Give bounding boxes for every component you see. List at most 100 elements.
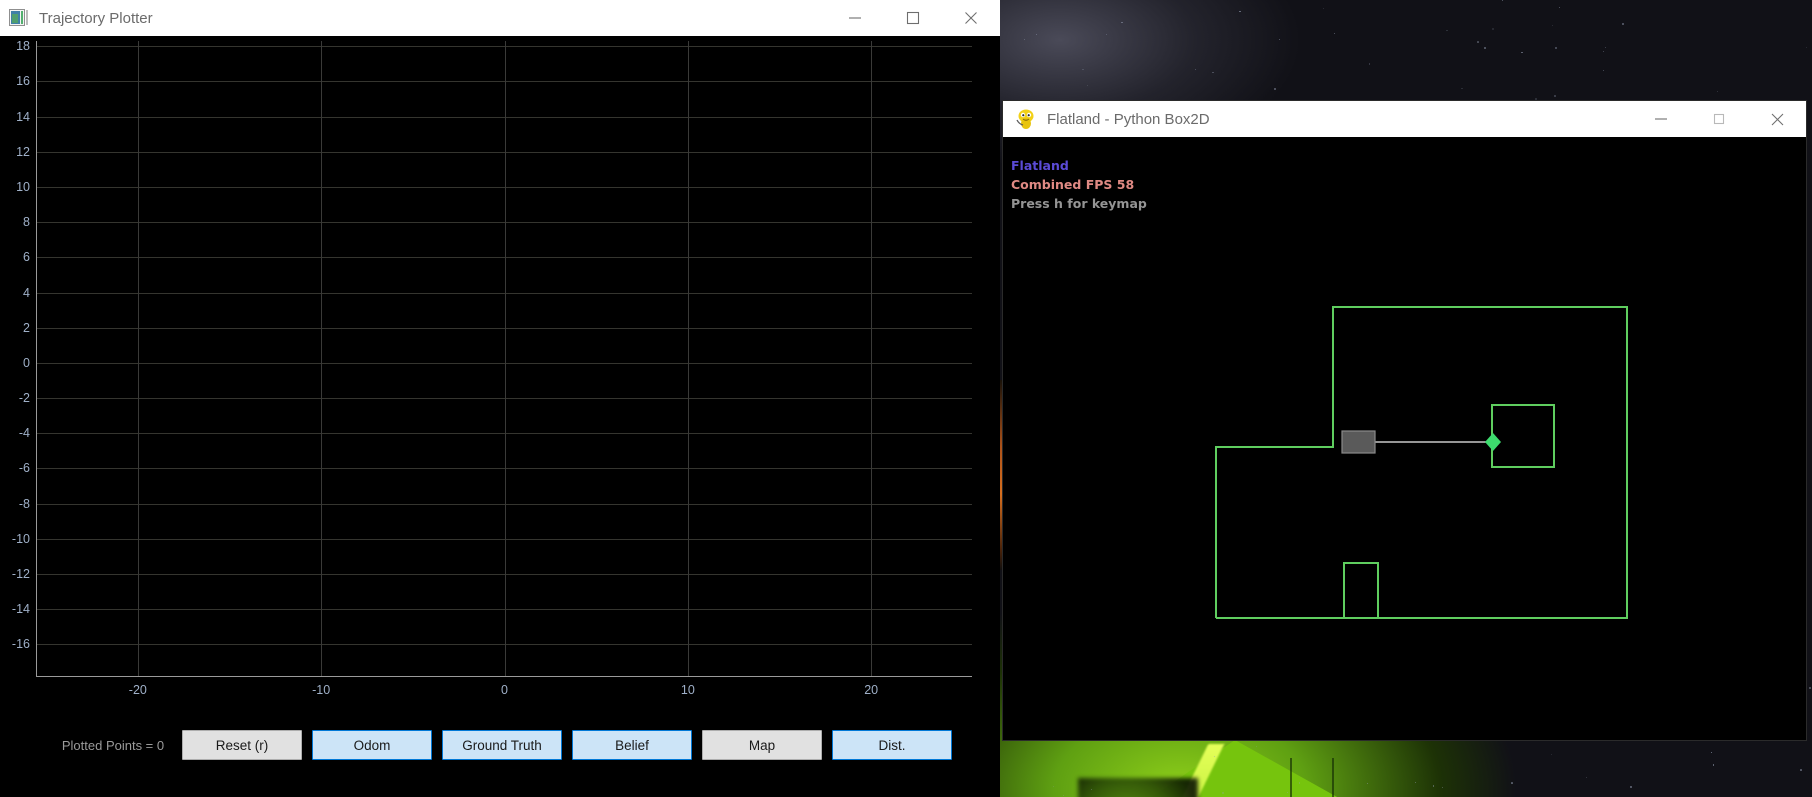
wallpaper-speck (1461, 87, 1463, 89)
wallpaper-speck (1502, 0, 1504, 2)
y-axis-tick-label: 0 (23, 355, 30, 370)
flatland-window-title: Flatland - Python Box2D (1047, 110, 1210, 128)
y-axis-tick-label: 14 (16, 109, 30, 124)
y-axis-tick-label: 4 (23, 285, 30, 300)
plotter-button-row: Reset (r) Odom Ground Truth Belief Map Dist. (172, 730, 952, 760)
trajectory-plotter-window: Trajectory Plotter 18 16 14 12 10 8 6 4 … (0, 0, 1000, 797)
y-axis-tick-label: 2 (23, 320, 30, 335)
toolbar-button-map[interactable]: Map (702, 730, 822, 760)
tent-bush (1078, 778, 1198, 797)
minimize-icon (849, 17, 861, 19)
wallpaper-speck (1035, 33, 1037, 35)
y-axis-tick-label: -2 (18, 391, 30, 406)
wallpaper-speck (1552, 25, 1553, 26)
wallpaper-speck (1082, 69, 1084, 71)
wallpaper-speck (1800, 769, 1802, 771)
minimize-icon (1655, 118, 1667, 120)
plot-canvas[interactable]: 18 16 14 12 10 8 6 4 2 0 -2 -4 -6 -8 -10 -12 -14 -16 -20 -1… (0, 36, 1000, 761)
y-axis-tick-label: 12 (16, 144, 30, 159)
toolbar-button-belief[interactable]: Belief (572, 730, 692, 760)
wallpaper-speck (1366, 783, 1368, 784)
wallpaper-speck (1511, 781, 1513, 784)
tent-seam (1290, 758, 1292, 797)
flatland-titlebar[interactable]: Flatland - Python Box2D (1003, 101, 1806, 137)
gridline-vertical (687, 41, 689, 676)
wallpaper-speck (1368, 63, 1371, 66)
wallpaper-speck (1521, 51, 1523, 54)
wallpaper-speck (1808, 687, 1811, 690)
gridline-vertical (137, 41, 139, 676)
y-axis-tick-label: -6 (18, 461, 30, 476)
wallpaper-speck (1212, 71, 1214, 74)
wallpaper-speck (1195, 68, 1197, 71)
wallpaper-speck (1333, 32, 1335, 34)
wallpaper-speck (1023, 38, 1025, 40)
wallpaper-speck (1273, 88, 1276, 91)
plotter-toolbar: Plotted Points = 0 Reset (r) Odom Ground T… (0, 715, 1000, 775)
room-outline (1215, 306, 1628, 619)
robot-body (1341, 430, 1376, 454)
wallpaper-speck (1716, 90, 1718, 92)
y-axis-tick-label: -4 (18, 426, 30, 441)
close-button[interactable] (942, 0, 1000, 36)
close-icon (1771, 113, 1783, 125)
wallpaper-speck (1555, 47, 1557, 49)
maximize-button[interactable] (1690, 101, 1748, 137)
wallpaper-speck (1446, 29, 1448, 32)
maximize-icon (1713, 113, 1725, 125)
wallpaper-speck (1621, 23, 1624, 26)
pygame-icon (1016, 109, 1034, 129)
wallpaper-speck (1586, 776, 1588, 778)
minimize-button[interactable] (826, 0, 884, 36)
minimize-button[interactable] (1632, 101, 1690, 137)
screen: Trajectory Plotter 18 16 14 12 10 8 6 4 … (0, 0, 1812, 797)
inner-box-obstacle (1491, 404, 1555, 468)
wallpaper-speck (1484, 46, 1486, 49)
flatland-simulation-canvas[interactable]: Flatland Combined FPS 58 Press h for key… (1003, 137, 1806, 740)
wallpaper-speck (1286, 792, 1288, 793)
pillar-obstacle (1343, 562, 1379, 618)
wallpaper-speck (1222, 792, 1224, 794)
x-axis-tick-label: 0 (501, 683, 508, 697)
flatland-window: Flatland - Python Box2D Flatland Combine… (1003, 101, 1806, 740)
y-axis-tick-label: -12 (11, 566, 30, 581)
y-axis-tick-label: -16 (11, 637, 30, 652)
wallpaper-speck (1558, 6, 1560, 8)
gridline-vertical (504, 41, 506, 676)
y-axis-tick-label: -14 (11, 602, 30, 617)
toolbar-button-reset-r[interactable]: Reset (r) (182, 730, 302, 760)
toolbar-button-ground-truth[interactable]: Ground Truth (442, 730, 562, 760)
x-axis-tick-label: -20 (128, 683, 147, 697)
y-axis-tick-label: 10 (16, 179, 30, 194)
wallpaper-speck (1806, 47, 1808, 49)
tent-seam (1332, 758, 1334, 797)
wallpaper-speck (1630, 786, 1632, 788)
plot-axes[interactable]: 18 16 14 12 10 8 6 4 2 0 -2 -4 -6 -8 -10 -12 -14 -16 -20 -1… (12, 39, 972, 697)
wallpaper-speck (1603, 69, 1605, 71)
maximize-button[interactable] (884, 0, 942, 36)
plotter-titlebar[interactable]: Trajectory Plotter (0, 0, 1000, 36)
wallpaper-speck (1551, 754, 1553, 756)
close-icon (965, 12, 977, 24)
wallpaper-speck (1602, 50, 1605, 53)
x-axis-tick-label: 10 (680, 683, 695, 697)
toolbar-button-dist[interactable]: Dist. (832, 730, 952, 760)
matplotlib-chart-icon (9, 9, 28, 26)
wallpaper-speck (1711, 751, 1713, 753)
target-marker (1485, 433, 1501, 451)
y-axis-tick-label: 8 (23, 215, 30, 230)
maximize-icon (906, 11, 920, 25)
y-axis-tick-label: -10 (11, 531, 30, 546)
wallpaper-speck (1712, 764, 1715, 766)
wallpaper-speck (1255, 745, 1257, 747)
gridline-vertical (321, 41, 323, 676)
flatland-scene (1215, 306, 1628, 619)
plotter-window-controls (826, 0, 1000, 36)
wallpaper-speck (1535, 98, 1538, 101)
plotter-window-title: Trajectory Plotter (39, 9, 153, 27)
x-axis-tick-label: 20 (864, 683, 879, 697)
wallpaper-speck (1604, 47, 1606, 49)
toolbar-button-odom[interactable]: Odom (312, 730, 432, 760)
close-button[interactable] (1748, 101, 1806, 137)
gridline-vertical (871, 41, 873, 676)
